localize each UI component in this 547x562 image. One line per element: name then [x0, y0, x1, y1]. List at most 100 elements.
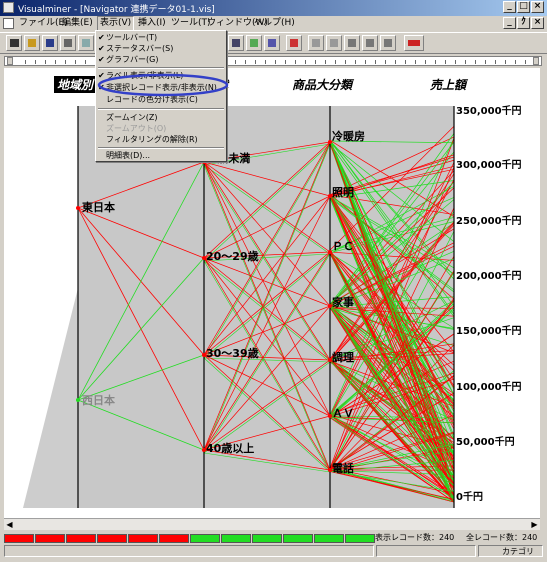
- region-label-east[interactable]: 東日本: [82, 199, 115, 215]
- ruler-tick: [405, 60, 406, 64]
- menu-item-graphbar[interactable]: ✔ グラフバー(G): [96, 54, 226, 65]
- check-icon: ✔: [98, 44, 105, 53]
- band-region-age: [78, 106, 204, 508]
- ruler-tick: [325, 60, 326, 64]
- graph-icon[interactable]: [246, 35, 262, 51]
- age-label-40plus[interactable]: 40歳以上: [206, 440, 254, 456]
- ruler-tick: [335, 60, 336, 64]
- filter-icon[interactable]: [286, 35, 302, 51]
- sales-tick-300000: 300,000千円: [456, 160, 522, 171]
- status-segment: [314, 534, 344, 543]
- ruler-tick: [445, 60, 446, 64]
- close-button[interactable]: ×: [531, 1, 544, 13]
- ruler-tick: [465, 60, 466, 64]
- product-label-cooking[interactable]: 調理: [332, 349, 354, 365]
- menu-insert[interactable]: 挿入(I): [136, 17, 168, 30]
- age-label-30s[interactable]: 30～39歳: [206, 345, 259, 361]
- status-pane-mid: [376, 545, 476, 557]
- product-label-lighting[interactable]: 照明: [332, 184, 354, 200]
- grid-icon[interactable]: [264, 35, 280, 51]
- menu-item-zoom-in[interactable]: ズームイン(Z): [96, 112, 226, 123]
- ruler-tick: [35, 60, 36, 64]
- ruler-tick: [55, 60, 56, 64]
- sales-tick-250000: 250,000千円: [456, 216, 522, 227]
- pen-icon[interactable]: [344, 35, 360, 51]
- doc-close-button[interactable]: ×: [531, 17, 544, 29]
- menu-bar: ファイル(E) 編集(E) 表示(V) 挿入(I) ツール(T) ウィンドウ(W…: [0, 16, 547, 31]
- chart-icon[interactable]: [326, 35, 342, 51]
- ruler-tick: [245, 60, 246, 64]
- scroll-right-icon[interactable]: ▶: [529, 519, 540, 530]
- product-label-phone[interactable]: 電話: [332, 460, 354, 476]
- sales-tick-150000: 150,000千円: [456, 326, 522, 337]
- slider-start-thumb[interactable]: [7, 57, 13, 65]
- age-label-20s[interactable]: 20～29歳: [206, 248, 259, 264]
- axis-title-region: 地域別: [54, 76, 97, 93]
- menu-item-toolbar[interactable]: ✔ ツールバー(T): [96, 32, 226, 43]
- sales-tick-100000: 100,000千円: [456, 382, 522, 393]
- text-icon[interactable]: [362, 35, 378, 51]
- menu-edit[interactable]: 編集(E): [60, 17, 95, 30]
- ruler-tick: [525, 60, 526, 64]
- status-segment: [252, 534, 282, 543]
- menu-item-statusbar[interactable]: ✔ ステータスバー(S): [96, 43, 226, 54]
- axis-slider[interactable]: [4, 56, 542, 66]
- ruler-tick: [415, 60, 416, 64]
- zoom-icon[interactable]: [228, 35, 244, 51]
- app-icon: [3, 2, 14, 13]
- ruler-tick: [85, 60, 86, 64]
- slider-end-thumb[interactable]: [533, 57, 539, 65]
- doc-minimize-button[interactable]: _: [503, 17, 516, 29]
- copy-icon[interactable]: [78, 35, 94, 51]
- ruler-tick: [375, 60, 376, 64]
- maximize-button[interactable]: □: [517, 1, 530, 13]
- ruler-tick: [475, 60, 476, 64]
- ruler-tick: [295, 60, 296, 64]
- ruler-tick: [285, 60, 286, 64]
- product-label-av[interactable]: ＡＶ: [332, 405, 354, 421]
- sales-tick-50000: 50,000千円: [456, 437, 515, 448]
- ruler-tick: [255, 60, 256, 64]
- status-segment: [190, 534, 220, 543]
- mark-icon[interactable]: [404, 35, 424, 51]
- ruler-tick: [365, 60, 366, 64]
- product-label-aircon[interactable]: 冷暖房: [332, 128, 365, 144]
- status-segment: [4, 534, 34, 543]
- sales-tick-200000: 200,000千円: [456, 271, 522, 282]
- ruler-tick: [455, 60, 456, 64]
- sales-tick-350000: 350,000千円: [456, 106, 522, 117]
- status-segment: [159, 534, 189, 543]
- doc-restore-button[interactable]: ｸ: [517, 17, 530, 29]
- ruler-tick: [265, 60, 266, 64]
- image-icon[interactable]: [380, 35, 396, 51]
- document-icon[interactable]: [3, 18, 14, 29]
- menu-help[interactable]: ヘルプ(H): [252, 17, 297, 30]
- ruler-tick: [385, 60, 386, 64]
- status-segment: [97, 534, 127, 543]
- sales-tick-0: 0千円: [456, 492, 483, 503]
- shown-record-count: 表示レコード数：240: [375, 533, 455, 542]
- minimize-button[interactable]: _: [503, 1, 516, 13]
- check-icon: ✔: [98, 55, 105, 64]
- print-icon[interactable]: [60, 35, 76, 51]
- status-bar: 表示レコード数：240 全レコード数：240 カテゴリ: [0, 531, 547, 562]
- exit-icon[interactable]: [6, 35, 22, 51]
- product-label-pc[interactable]: ＰＣ: [332, 238, 354, 254]
- parallel-coordinates-chart[interactable]: 地域別 年代 商品大分類 売上額 東日本 西日本 20歳未満 20～29歳 30…: [4, 68, 540, 518]
- table-icon[interactable]: [308, 35, 324, 51]
- axis-title-product: 商品大分類: [292, 78, 353, 92]
- menu-view[interactable]: 表示(V): [97, 16, 135, 31]
- save-icon[interactable]: [42, 35, 58, 51]
- product-label-housework[interactable]: 家事: [332, 294, 354, 310]
- horizontal-scrollbar[interactable]: ◀ ▶: [4, 518, 540, 530]
- menu-item-detail-table[interactable]: 明細表(D)...: [96, 150, 226, 161]
- status-pane-main: [4, 545, 374, 557]
- ruler-tick: [505, 60, 506, 64]
- menu-item-clear-filter[interactable]: フィルタリングの解除(R): [96, 134, 226, 145]
- vertical-scrollbar[interactable]: [540, 68, 544, 518]
- ruler-tick: [425, 60, 426, 64]
- region-label-west[interactable]: 西日本: [82, 392, 115, 408]
- scroll-left-icon[interactable]: ◀: [4, 519, 15, 530]
- ruler-tick: [355, 60, 356, 64]
- open-icon[interactable]: [24, 35, 40, 51]
